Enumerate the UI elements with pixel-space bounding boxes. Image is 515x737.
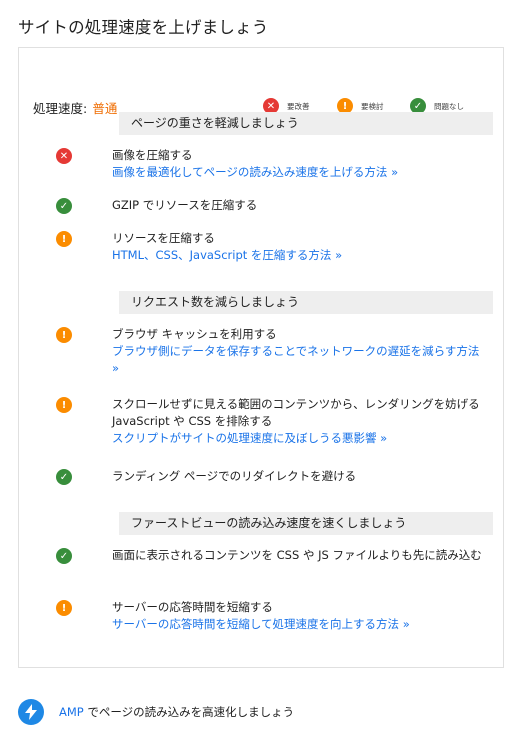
legend-warning-label: 要検討 [361,101,384,111]
lightning-icon [18,699,44,725]
section-header-page-weight: ページの重さを軽減しましょう [119,112,493,135]
section-header-requests: リクエスト数を減らしましょう [119,291,493,314]
item-help-link[interactable]: 画像を最適化してページの読み込み速度を上げる方法 » [112,164,484,181]
page-title: サイトの処理速度を上げましょう [18,18,269,37]
warning-icon: ! [56,397,72,413]
warning-icon: ! [56,600,72,616]
item-title: ランディング ページでのリダイレクトを避ける [112,469,357,483]
item-help-link[interactable]: スクリプトがサイトの処理速度に及ぼしうる悪影響 » [112,430,484,447]
legend-ok-label: 問題なし [434,101,464,111]
legend-error-label: 要改善 [287,101,310,111]
amp-link[interactable]: AMP [59,705,84,719]
amp-description: でページの読み込みを高速化しましょう [83,705,295,719]
speed-label: 処理速度: [33,101,88,116]
item-help-link[interactable]: サーバーの応答時間を短縮して処理速度を向上する方法 » [112,616,484,633]
item-title: GZIP でリソースを圧縮する [112,198,258,212]
item-title: 画像を圧縮する [112,148,193,162]
item-title: リソースを圧縮する [112,231,215,245]
error-icon: ✕ [56,148,72,164]
item-title: 画面に表示されるコンテンツを CSS や JS ファイルよりも先に読み込む [112,548,482,562]
speed-value: 普通 [92,101,118,116]
section-header-first-view: ファーストビューの読み込み速度を速くしましょう [119,512,493,535]
check-icon: ✓ [56,548,72,564]
warning-icon: ! [56,327,72,343]
item-help-link[interactable]: ブラウザ側にデータを保存することでネットワークの遅延を減らす方法 » [112,343,484,377]
check-icon: ✓ [56,469,72,485]
warning-icon: ! [56,231,72,247]
speed-row: 処理速度: 普通 [33,98,117,118]
check-icon: ✓ [56,198,72,214]
amp-text: AMP でページの読み込みを高速化しましょう [59,704,294,720]
item-title: スクロールせずに見える範囲のコンテンツから、レンダリングを妨げる JavaScr… [112,397,480,428]
speed-report-card: 処理速度: 普通 ✕ 要改善 ! 要検討 ✓ 問題なし ページの重さを軽減しまし… [18,47,504,668]
item-title: ブラウザ キャッシュを利用する [112,327,277,341]
item-help-link[interactable]: HTML、CSS、JavaScript を圧縮する方法 » [112,247,484,264]
amp-promo: AMP でページの読み込みを高速化しましょう [18,697,294,727]
item-title: サーバーの応答時間を短縮する [112,600,273,614]
